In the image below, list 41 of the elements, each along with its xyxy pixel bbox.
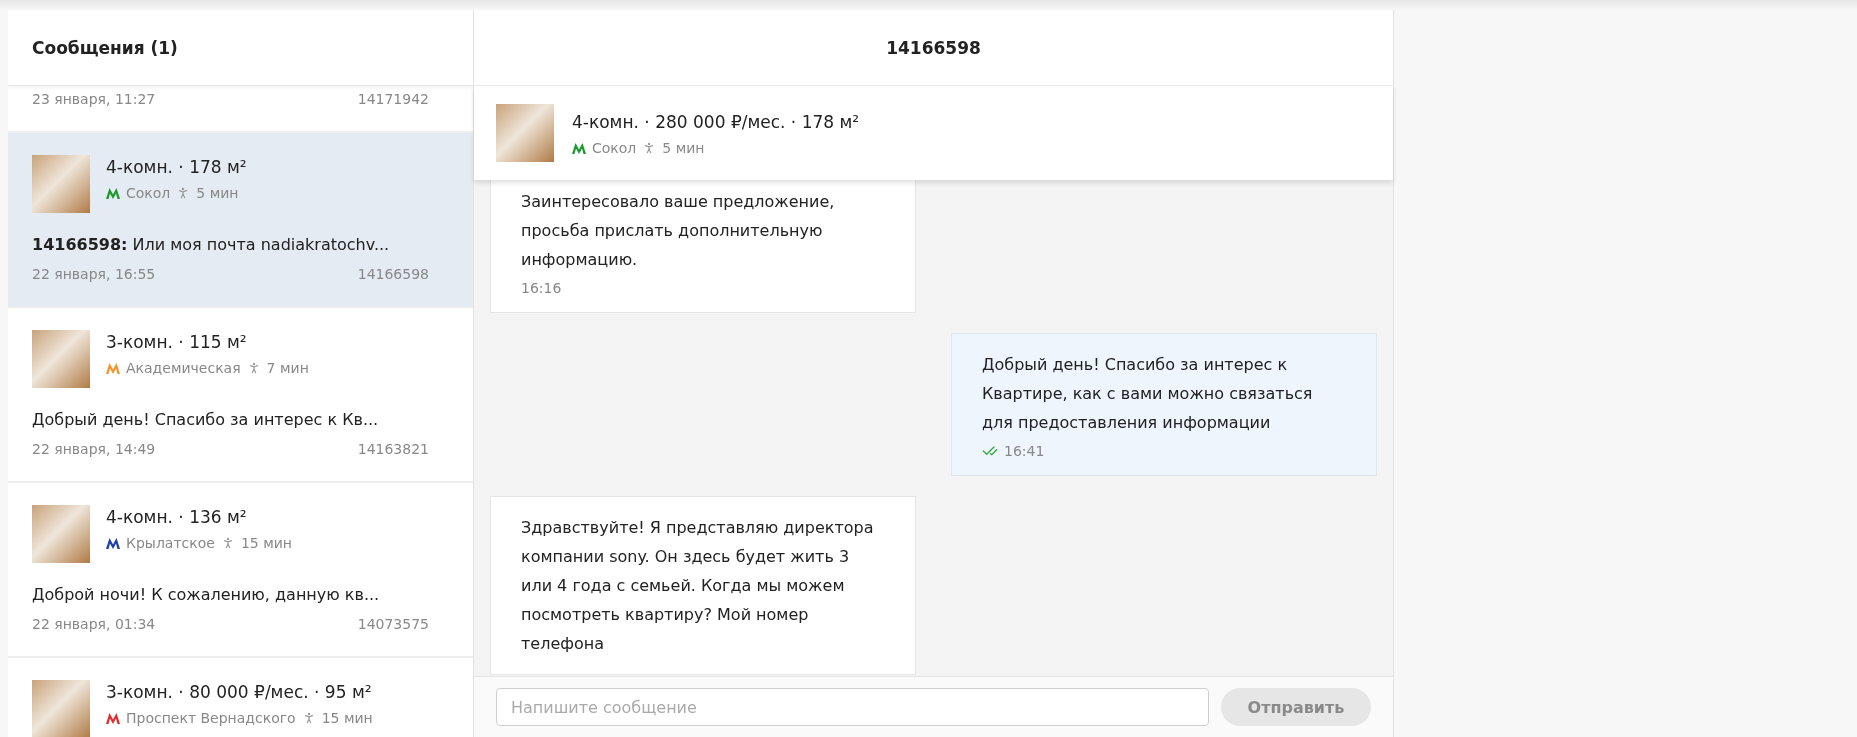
metro-station: Проспект Вернадского [126,710,296,726]
message-preview: Добрый день! Спасибо за интерес к Кв... [32,410,380,429]
sidebar-title: Сообщения (1) [32,37,178,58]
conversation-date: 22 января, 14:49 [32,441,156,457]
metro-station: Сокол [592,140,637,156]
listing-number: 14073575 [357,616,429,632]
message-text: Здравствуйте! Я представляю директора компании sony. Он здесь будет жить 3 или 4 года с семьей. Когда мы можем посмотреть квартиру? Мой номер телефона [521,517,875,655]
message-preview: 14166598: Или моя почта nadiakratochv... [32,235,391,254]
listing-title: 4-комн. · 136 м² [106,507,248,527]
conversation-item[interactable]: 4-комн. · 178 м² Сокол 5 мин 14166598: Или моя почта nadiakratochv... 22 января, 16:55 14166598 [8,133,473,308]
conversation-date: 23 января, 11:27 [32,91,156,107]
walk-time: 5 мин [662,140,705,156]
message-preview: Доброй ночи! К сожалению, данную кв... [32,585,381,604]
chat-title: 14166598 [886,37,981,58]
listing-title: 4-комн. · 280 000 ₽/мес. · 178 м² [572,112,860,132]
message-time: 16:41 [1004,443,1045,459]
metro-station: Академическая [126,360,241,376]
photo-placeholder [32,505,90,563]
message-text: Заинтересовало ваше предложение, просьба прислать дополнительную информацию. [521,191,836,271]
photo-placeholder [32,155,90,213]
listing-title: 4-комн. · 178 м² [106,157,247,177]
message-text: Добрый день! Спасибо за интерес к Квартире, как с вами можно связаться для предоставления информации [982,354,1314,434]
listing-number: 14171942 [357,91,429,107]
walk-time: 15 мин [240,535,292,551]
listing-number: 14163821 [357,441,429,457]
photo-placeholder [32,680,90,737]
walk-time: 7 мин [266,360,309,376]
photo-placeholder [32,330,90,388]
metro-station: Сокол [126,185,171,201]
conversation-date: 22 января, 16:55 [32,266,156,282]
listing-title: 3-комн. · 115 м² [106,332,248,352]
listing-card[interactable]: 4-комн. · 280 000 ₽/мес. · 178 м² Сокол 5 мин [474,86,1393,180]
conversation-date: 22 января, 01:34 [32,616,156,632]
metro-station: Крылатское [126,535,215,551]
walk-time: 5 мин [196,185,239,201]
message-input[interactable]: Напишите сообщение [496,688,1209,726]
walk-time: 15 мин [321,710,373,726]
listing-title: 3-комн. · 80 000 ₽/мес. · 95 м² [106,682,373,702]
message-time: 16:16 [521,280,562,296]
listing-number: 14166598 [357,266,429,282]
photo-placeholder [496,104,554,162]
